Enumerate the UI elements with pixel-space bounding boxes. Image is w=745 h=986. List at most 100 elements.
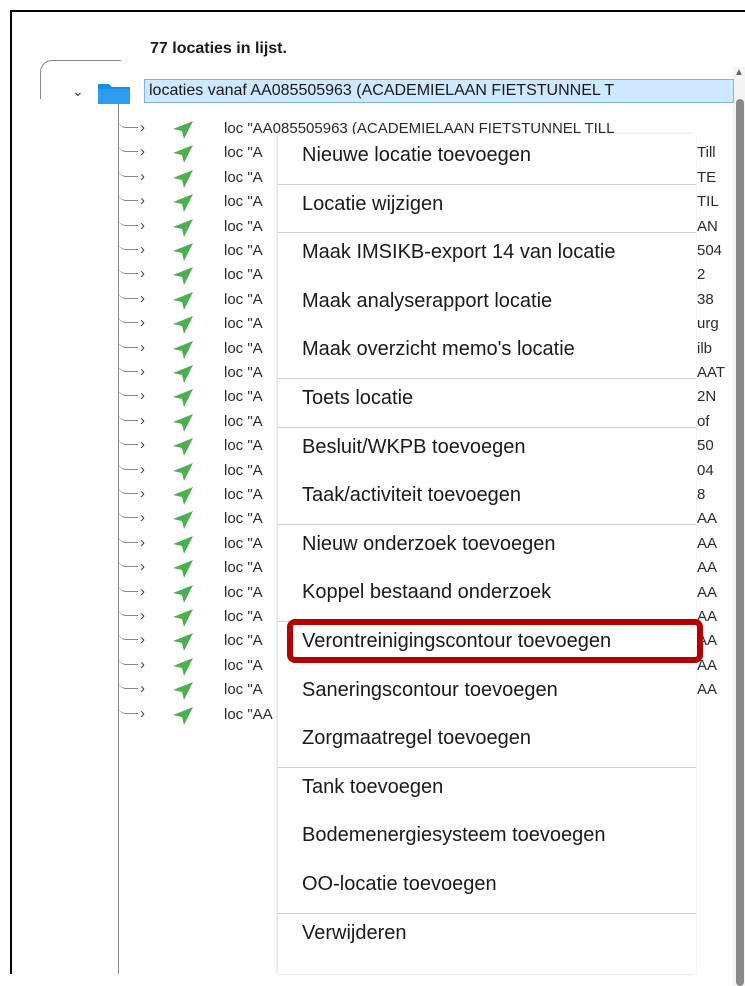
menu-item-saneringscontour-toevoegen[interactable]: Saneringscontour toevoegen	[278, 669, 696, 717]
menu-item-maak-analyserapport-locatie[interactable]: Maak analyserapport locatie	[278, 280, 696, 328]
tree-row-label-tail: AA	[697, 583, 718, 601]
chevron-right-icon[interactable]: ›	[140, 217, 145, 234]
menu-item-label: Maak overzicht memo's locatie	[302, 338, 575, 361]
menu-item-koppel-bestaand-onderzoek[interactable]: Koppel bestaand onderzoek	[278, 571, 696, 619]
tree-row-label: loc "A	[224, 168, 263, 186]
location-arrow-icon	[173, 340, 193, 359]
tree-row-label: loc "A	[224, 632, 263, 650]
location-arrow-icon	[173, 243, 193, 261]
chevron-right-icon[interactable]: ›	[140, 119, 145, 136]
chevron-right-icon[interactable]: ›	[140, 241, 145, 258]
tree-row-label: loc "A	[224, 583, 263, 601]
location-arrow-icon	[173, 267, 193, 286]
chevron-right-icon[interactable]: ›	[140, 387, 145, 404]
location-arrow-icon	[173, 535, 193, 554]
location-arrow-icon	[173, 657, 193, 676]
location-arrow-icon	[173, 487, 193, 505]
tree-connector	[118, 447, 138, 470]
chevron-down-icon[interactable]: ⌄	[72, 83, 84, 100]
chevron-right-icon[interactable]: ›	[140, 534, 145, 551]
chevron-right-icon[interactable]: ›	[140, 705, 145, 722]
tree-connector	[118, 325, 138, 348]
chevron-right-icon[interactable]: ›	[140, 339, 145, 356]
menu-item-zorgmaatregel-toevoegen[interactable]: Zorgmaatregel toevoegen	[278, 717, 696, 765]
tree-row-label-tail: 04	[697, 461, 714, 479]
menu-item-nieuwe-locatie-toevoegen[interactable]: Nieuwe locatie toevoegen	[278, 134, 696, 182]
tree-row-label-tail: urg	[697, 315, 719, 333]
tree-root-selected[interactable]: locaties vanaf AA085505963 (ACADEMIELAAN…	[144, 79, 734, 103]
menu-item-bodemenergiesysteem-toevoegen[interactable]: Bodemenergiesysteem toevoegen	[278, 814, 696, 862]
location-arrow-icon	[173, 462, 193, 481]
chevron-right-icon[interactable]: ›	[140, 485, 145, 502]
chevron-right-icon[interactable]: ›	[140, 290, 145, 307]
location-arrow-icon	[173, 584, 193, 603]
tree-row-label: loc "A	[224, 266, 263, 284]
menu-separator	[278, 183, 696, 185]
chevron-right-icon[interactable]: ›	[140, 363, 145, 380]
chevron-right-icon[interactable]: ›	[140, 314, 145, 331]
menu-item-verwijderen[interactable]: Verwijderen	[278, 912, 696, 960]
chevron-right-icon[interactable]: ›	[140, 461, 145, 478]
tree-row-label: loc "A	[224, 534, 263, 552]
tree-connector	[118, 251, 138, 275]
location-arrow-icon	[173, 218, 193, 237]
menu-item-locatie-wijzigen[interactable]: Locatie wijzigen	[278, 183, 696, 231]
chevron-right-icon[interactable]: ›	[140, 509, 145, 526]
tree-row-label-tail: AA	[697, 656, 718, 674]
tree-row-label: loc "A	[224, 193, 263, 211]
tree-row-label: loc "A	[224, 388, 263, 406]
tree-connector	[118, 154, 138, 177]
menu-item-toets-locatie[interactable]: Toets locatie	[278, 377, 696, 425]
menu-item-tank-toevoegen[interactable]: Tank toevoegen	[278, 766, 696, 814]
menu-item-nieuw-onderzoek-toevoegen[interactable]: Nieuw onderzoek toevoegen	[278, 523, 696, 571]
tree-row-label-tail: of	[697, 412, 710, 430]
tree-row-label-tail: AA	[697, 608, 718, 625]
location-arrow-icon	[173, 682, 193, 701]
menu-item-maak-imsikb-export-14-van-locatie[interactable]: Maak IMSIKB-export 14 van locatie	[278, 231, 696, 279]
chevron-right-icon[interactable]: ›	[140, 168, 145, 185]
chevron-right-icon[interactable]: ›	[140, 558, 145, 575]
menu-item-label: Nieuw onderzoek toevoegen	[302, 532, 556, 555]
location-arrow-icon	[173, 389, 193, 408]
chevron-right-icon[interactable]: ›	[140, 656, 145, 673]
chevron-right-icon[interactable]: ›	[140, 680, 145, 697]
chevron-right-icon[interactable]: ›	[140, 192, 145, 209]
chevron-right-icon[interactable]: ›	[140, 607, 145, 624]
menu-item-label: Verwijderen	[302, 921, 407, 944]
menu-item-oo-locatie-toevoegen[interactable]: OO-locatie toevoegen	[278, 863, 696, 911]
tree-connector	[118, 593, 138, 616]
tree-connector	[118, 495, 138, 519]
tree-row-label-tail: AN	[697, 217, 718, 235]
chevron-right-icon[interactable]: ›	[140, 436, 145, 453]
tree-row-label-tail: AA	[697, 559, 718, 577]
tree-row-label: loc "A	[224, 290, 263, 308]
location-arrow-icon	[173, 413, 193, 432]
menu-item-label: Nieuwe locatie toevoegen	[302, 144, 532, 166]
chevron-right-icon[interactable]: ›	[140, 265, 145, 282]
location-arrow-icon	[173, 121, 193, 139]
tree-row-label-tail: 2N	[697, 388, 717, 406]
menu-item-label: Toets locatie	[302, 387, 414, 409]
tree-connector	[118, 349, 138, 372]
tree-connector	[118, 471, 138, 494]
tree-connector	[118, 300, 138, 324]
menu-item-label: Locatie wijzigen	[302, 192, 444, 215]
tree-row-label-tail: TIL	[697, 193, 719, 211]
chevron-right-icon[interactable]: ›	[140, 412, 145, 429]
menu-separator	[278, 766, 696, 768]
tree-row-label-tail: 50	[697, 437, 714, 455]
menu-item-maak-overzicht-memo-s-locatie[interactable]: Maak overzicht memo's locatie	[278, 328, 696, 376]
tree-row-label: loc "A	[224, 510, 263, 528]
location-arrow-icon	[173, 438, 193, 457]
tree-connector	[118, 569, 138, 592]
tree-row-label-tail: Till	[697, 144, 716, 162]
chevron-right-icon[interactable]: ›	[140, 631, 145, 648]
chevron-right-icon[interactable]: ›	[140, 143, 145, 160]
chevron-right-icon[interactable]: ›	[140, 583, 145, 600]
tree-connector	[118, 617, 138, 641]
menu-item-label: Saneringscontour toevoegen	[302, 678, 558, 701]
menu-item-taak-activiteit-toevoegen[interactable]: Taak/activiteit toevoegen	[278, 474, 696, 522]
menu-item-besluit-wkpb-toevoegen[interactable]: Besluit/WKPB toevoegen	[278, 426, 696, 474]
menu-item-label: OO-locatie toevoegen	[302, 873, 497, 895]
context-menu: Nieuwe locatie toevoegen Locatie wijzigen…	[278, 134, 696, 974]
